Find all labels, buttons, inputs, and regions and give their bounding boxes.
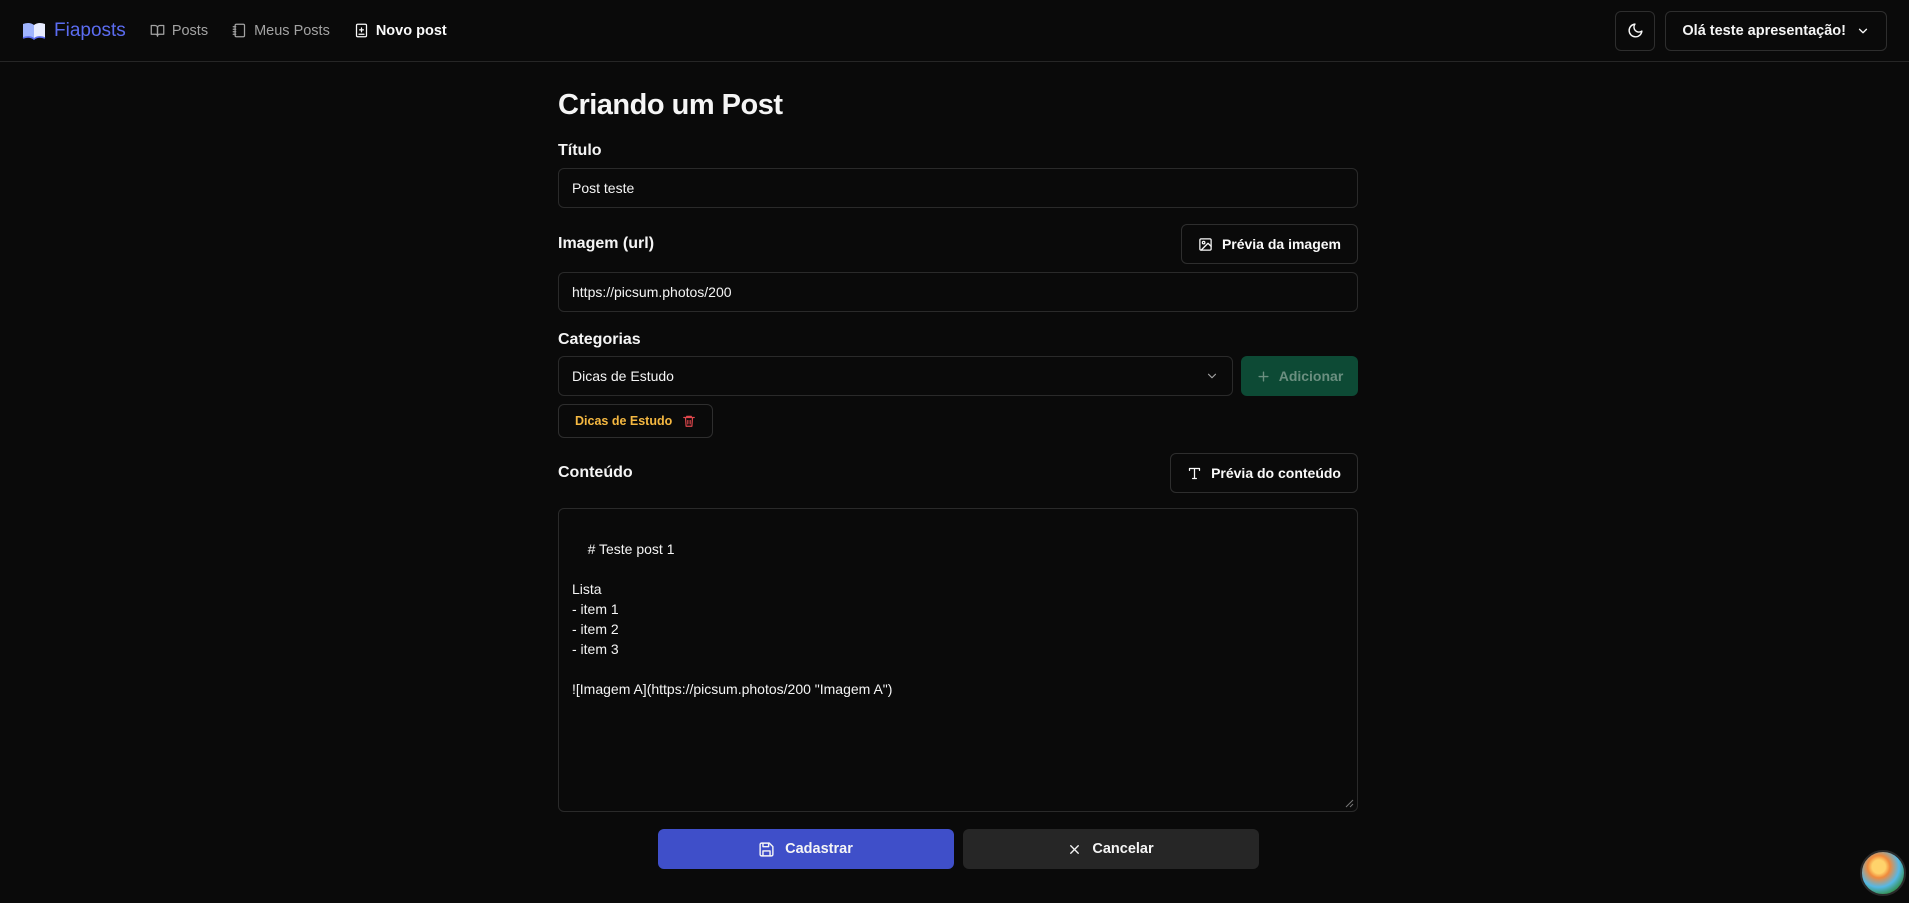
add-category-button[interactable]: Adicionar (1241, 356, 1358, 396)
close-icon (1070, 844, 1080, 854)
nav-link-new-post[interactable]: Novo post (354, 23, 447, 39)
image-preview-label: Prévia da imagem (1221, 236, 1341, 252)
image-label-row: Imagem (url) Prévia da imagem (558, 224, 1358, 264)
image-icon (1199, 237, 1212, 251)
chevron-down-icon (1858, 28, 1868, 33)
category-chip-label: Dicas de Estudo (575, 414, 673, 428)
content-preview-button[interactable]: Prévia do conteúdo (1170, 453, 1358, 493)
category-chip: Dicas de Estudo (558, 404, 714, 438)
content-textarea-text: # Teste post 1 Lista - item 1 - item 2 -… (572, 541, 893, 697)
user-menu-button[interactable]: Olá teste apresentação! (1665, 10, 1887, 51)
top-navbar: Fiaposts Posts Meus Posts Novo post Olá … (0, 0, 1909, 62)
nav-link-my-posts-label: Meus Posts (254, 22, 330, 39)
category-select[interactable]: Dicas de Estudo (558, 356, 1233, 396)
categories-label: Categorias (558, 331, 641, 348)
nav-right-group: Olá teste apresentação! (1615, 10, 1887, 51)
submit-button[interactable]: Cadastrar (657, 829, 954, 869)
title-input[interactable]: Post teste (558, 168, 1358, 208)
nav-link-posts[interactable]: Posts (150, 23, 208, 39)
create-post-form: Criando um Post Título Post teste Imagem… (558, 62, 1358, 869)
content-label: Conteúdo (558, 464, 633, 481)
moon-icon (1628, 23, 1643, 38)
floating-avatar-button[interactable] (1860, 850, 1906, 896)
page-title: Criando um Post (558, 89, 783, 121)
category-select-row: Dicas de Estudo Adicionar (558, 356, 1358, 396)
submit-label: Cadastrar (785, 841, 853, 857)
resize-handle-icon[interactable] (1345, 799, 1354, 808)
trash-icon (683, 415, 696, 427)
chevron-down-icon (1207, 373, 1217, 379)
book-open-icon (150, 24, 165, 37)
notebook-icon (232, 23, 246, 38)
content-preview-label: Prévia do conteúdo (1211, 465, 1341, 481)
theme-toggle-button[interactable] (1615, 10, 1656, 51)
content-label-row: Conteúdo Prévia do conteúdo (558, 453, 1358, 493)
image-label: Imagem (url) (558, 235, 655, 252)
nav-link-posts-label: Posts (171, 22, 209, 39)
category-select-value: Dicas de Estudo (572, 368, 674, 384)
plus-icon (1258, 370, 1269, 382)
file-plus-icon (355, 23, 367, 38)
save-icon (759, 841, 774, 857)
image-url-input[interactable]: https://picsum.photos/200 (558, 272, 1358, 312)
image-preview-button[interactable]: Prévia da imagem (1180, 224, 1358, 264)
cancel-button[interactable]: Cancelar (962, 829, 1259, 869)
form-actions: Cadastrar Cancelar (558, 829, 1358, 869)
title-label: Título (558, 142, 602, 159)
brand-name: Fiaposts (54, 19, 126, 41)
nav-link-my-posts[interactable]: Meus Posts (232, 23, 330, 39)
open-book-logo-icon (22, 21, 46, 41)
add-category-label: Adicionar (1278, 368, 1344, 384)
text-icon (1188, 467, 1201, 479)
cancel-label: Cancelar (1092, 841, 1154, 857)
remove-category-button[interactable] (682, 414, 696, 428)
content-textarea[interactable]: # Teste post 1 Lista - item 1 - item 2 -… (558, 508, 1358, 812)
selected-categories: Dicas de Estudo (558, 404, 1358, 438)
brand-link[interactable]: Fiaposts (22, 20, 126, 42)
nav-link-new-post-label: Novo post (375, 22, 447, 39)
user-greeting: Olá teste apresentação! (1682, 22, 1846, 39)
